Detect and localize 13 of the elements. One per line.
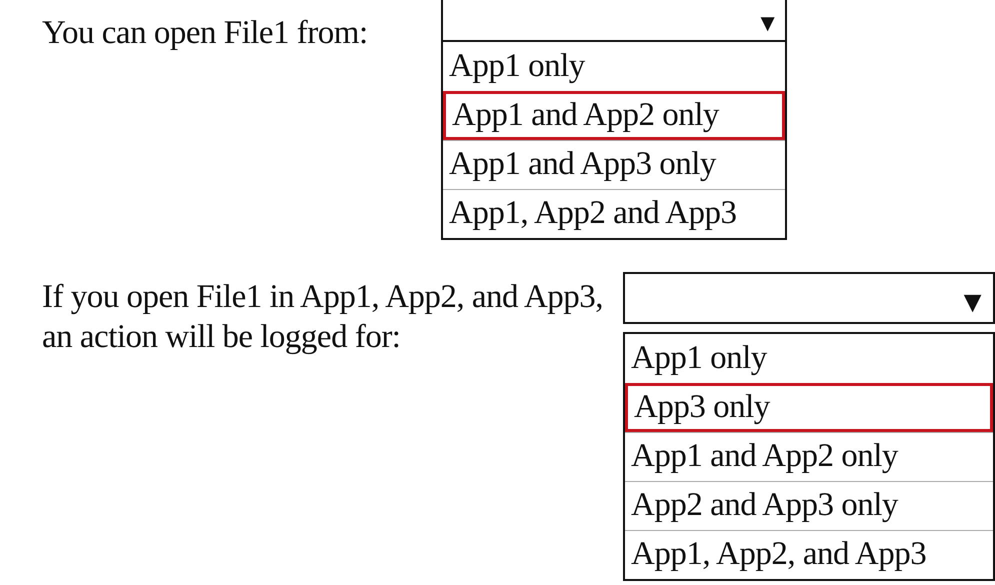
question-text: You can open File1 from: bbox=[42, 14, 369, 53]
dropdown-option[interactable]: App1 and App3 only bbox=[443, 140, 785, 189]
dropdown-option[interactable]: App1 only bbox=[625, 334, 993, 383]
dropdown-option[interactable]: App2 and App3 only bbox=[625, 481, 993, 530]
dropdown[interactable]: ▼ bbox=[441, 0, 787, 42]
dropdown[interactable]: ▼ bbox=[623, 272, 995, 324]
dropdown-option[interactable]: App1 and App2 only bbox=[443, 91, 785, 140]
dropdown-option[interactable]: App1, App2, and App3 bbox=[625, 530, 993, 579]
dropdown-option[interactable]: App1, App2 and App3 bbox=[443, 189, 785, 238]
dropdown-option[interactable]: App1 and App2 only bbox=[625, 432, 993, 481]
question-text: If you open File1 in App1, App2, and App3, an action will be logged for: bbox=[42, 278, 604, 357]
dropdown-option[interactable]: App1 only bbox=[443, 42, 785, 91]
dropdown-option[interactable]: App3 only bbox=[625, 383, 993, 432]
